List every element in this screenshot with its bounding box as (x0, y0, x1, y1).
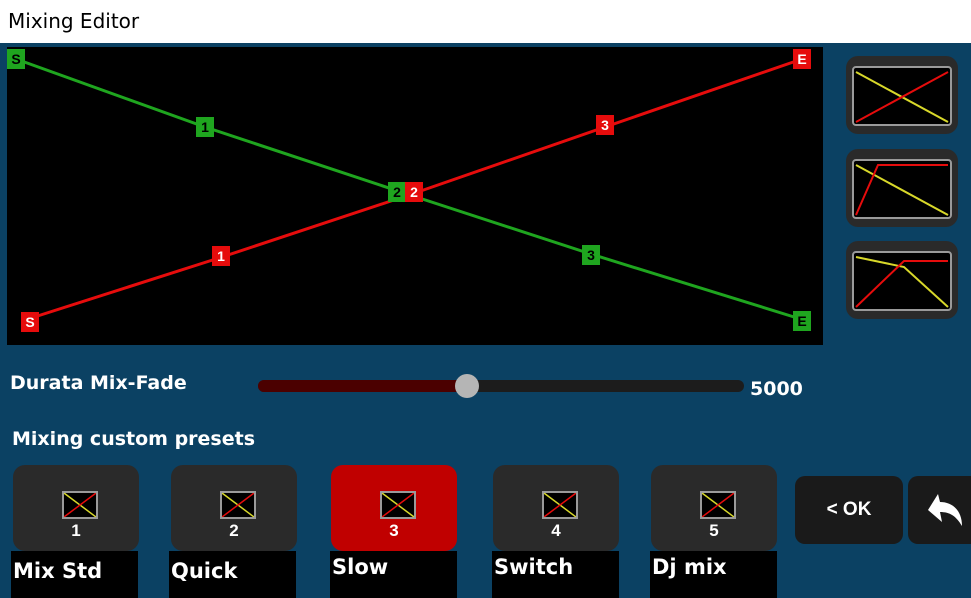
preset-3-name[interactable]: Slow (330, 551, 457, 598)
duration-value: 5000 (750, 378, 803, 400)
preset-5-button[interactable]: 5 (651, 465, 777, 551)
fade-out-point-3[interactable]: 3 (582, 245, 600, 265)
ok-button[interactable]: < OK (795, 476, 903, 544)
mix-curve-editor[interactable]: S 1 2 3 E S 1 2 3 E (7, 47, 823, 345)
fade-in-point-1[interactable]: 1 (212, 246, 230, 266)
crossfade-quick-in-icon (852, 159, 952, 219)
crossfade-icon (220, 491, 256, 519)
preset-1-name[interactable]: Mix Std (11, 551, 138, 598)
crossfade-linear-icon (852, 66, 952, 126)
crossfade-knee-icon (852, 251, 952, 311)
window-title: Mixing Editor (0, 0, 971, 43)
preset-5-name[interactable]: Dj mix (650, 551, 777, 598)
fade-in-point-2[interactable]: 2 (405, 182, 423, 202)
duration-slider-track[interactable] (258, 380, 744, 392)
crossfade-icon (380, 491, 416, 519)
fade-in-point-3[interactable]: 3 (596, 115, 614, 135)
preset-4-button[interactable]: 4 (493, 465, 619, 551)
preset-2-button[interactable]: 2 (171, 465, 297, 551)
crossfade-icon (62, 491, 98, 519)
fade-out-point-start[interactable]: S (7, 49, 25, 69)
back-arrow-icon (928, 494, 962, 526)
fade-out-point-2[interactable]: 2 (388, 182, 406, 202)
crossfade-icon (700, 491, 736, 519)
duration-label: Durata Mix-Fade (10, 372, 187, 394)
preset-4-name[interactable]: Switch (492, 551, 619, 598)
duration-slider-fill (258, 380, 467, 392)
curve-knee-button[interactable] (846, 241, 958, 319)
preset-3-button[interactable]: 3 (331, 465, 457, 551)
preset-number: 1 (71, 521, 81, 540)
preset-number: 3 (389, 521, 399, 540)
fade-in-point-end[interactable]: E (793, 49, 811, 69)
crossfade-icon (542, 491, 578, 519)
fade-in-point-start[interactable]: S (21, 312, 39, 332)
curve-linear-button[interactable] (846, 56, 958, 134)
fade-out-point-1[interactable]: 1 (196, 117, 214, 137)
fade-out-point-end[interactable]: E (793, 311, 811, 331)
preset-2-name[interactable]: Quick (169, 551, 296, 598)
presets-label: Mixing custom presets (12, 428, 256, 450)
preset-number: 5 (709, 521, 719, 540)
curve-quick-in-button[interactable] (846, 149, 958, 227)
duration-slider-handle[interactable] (455, 374, 479, 398)
back-button[interactable] (908, 476, 971, 544)
preset-1-button[interactable]: 1 (13, 465, 139, 551)
preset-number: 2 (229, 521, 239, 540)
preset-number: 4 (551, 521, 561, 540)
